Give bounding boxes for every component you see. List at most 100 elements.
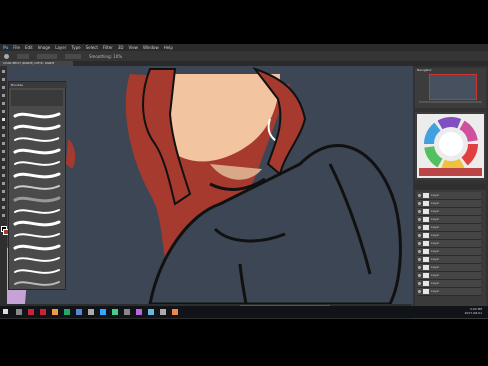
brush-size-controls[interactable] xyxy=(11,90,63,106)
color-wheel[interactable] xyxy=(417,114,484,178)
brush-preset-picker[interactable] xyxy=(17,53,29,59)
layer-row[interactable]: Layer xyxy=(417,240,481,248)
app-icon[interactable] xyxy=(172,309,178,315)
healing-tool-icon[interactable] xyxy=(2,110,5,113)
type-tool-icon[interactable] xyxy=(2,182,5,185)
app-icon[interactable] xyxy=(28,309,34,315)
visibility-eye-icon[interactable] xyxy=(418,242,421,245)
layer-thumbnail xyxy=(423,193,429,198)
move-tool-icon[interactable] xyxy=(2,70,5,73)
hand-tool-icon[interactable] xyxy=(2,206,5,209)
visibility-eye-icon[interactable] xyxy=(418,266,421,269)
zoom-slider[interactable] xyxy=(419,101,482,103)
visibility-eye-icon[interactable] xyxy=(418,202,421,205)
layer-thumbnail xyxy=(423,249,429,254)
layer-row[interactable]: Layer xyxy=(417,264,481,272)
menu-item-file[interactable]: File xyxy=(13,45,20,50)
visibility-eye-icon[interactable] xyxy=(418,218,421,221)
layer-thumbnail xyxy=(423,233,429,238)
menu-item-window[interactable]: Window xyxy=(143,45,159,50)
app-icon[interactable] xyxy=(40,309,46,315)
layer-row[interactable]: Layer xyxy=(417,224,481,232)
layer-row[interactable]: Layer xyxy=(417,200,481,208)
shape-tool-icon[interactable] xyxy=(2,198,5,201)
app-icon[interactable] xyxy=(112,309,118,315)
photoshop-window: Ps File Edit Image Layer Type Select Fil… xyxy=(0,44,488,319)
zoom-tool-icon[interactable] xyxy=(2,214,5,217)
menu-item-image[interactable]: Image xyxy=(38,45,51,50)
layer-row[interactable]: Layer xyxy=(417,248,481,256)
marquee-tool-icon[interactable] xyxy=(2,78,5,81)
mode-dropdown[interactable] xyxy=(37,53,57,59)
layer-row[interactable]: Layer xyxy=(417,256,481,264)
app-icon[interactable] xyxy=(124,309,130,315)
pen-tool-icon[interactable] xyxy=(2,174,5,177)
layer-thumbnail xyxy=(423,257,429,262)
layer-row[interactable]: Layer xyxy=(417,192,481,200)
eraser-tool-icon[interactable] xyxy=(2,142,5,145)
layers-panel-tabs[interactable] xyxy=(415,184,486,190)
photoshop-taskbar-icon[interactable] xyxy=(100,309,106,315)
history-brush-icon[interactable] xyxy=(2,134,5,137)
brushes-panel-title: Brushes xyxy=(9,82,67,88)
layer-row[interactable]: Layer xyxy=(417,232,481,240)
visibility-eye-icon[interactable] xyxy=(418,210,421,213)
app-icon[interactable] xyxy=(76,309,82,315)
visibility-eye-icon[interactable] xyxy=(418,290,421,293)
layer-row[interactable]: Layer xyxy=(417,288,481,296)
layer-row[interactable]: Layer xyxy=(417,272,481,280)
layer-row[interactable]: Layer xyxy=(417,216,481,224)
brush-tool-icon[interactable] xyxy=(4,53,9,59)
color-panel xyxy=(415,112,486,180)
layer-thumbnail xyxy=(423,265,429,270)
app-logo-icon[interactable]: Ps xyxy=(3,45,8,50)
visibility-eye-icon[interactable] xyxy=(418,258,421,261)
path-select-icon[interactable] xyxy=(2,190,5,193)
app-icon[interactable] xyxy=(160,309,166,315)
gradient-tool-icon[interactable] xyxy=(2,150,5,153)
stamp-tool-icon[interactable] xyxy=(2,126,5,129)
system-clock[interactable]: 3:04 PM 2017-08-01 xyxy=(465,307,482,315)
menu-item-layer[interactable]: Layer xyxy=(55,45,66,50)
eyedropper-tool-icon[interactable] xyxy=(2,102,5,105)
dodge-tool-icon[interactable] xyxy=(2,166,5,169)
windows-taskbar: 3:04 PM 2017-08-01 xyxy=(0,306,488,318)
navigator-panel: Navigator xyxy=(415,68,486,108)
layer-thumbnail xyxy=(423,281,429,286)
menu-item-help[interactable]: Help xyxy=(164,45,173,50)
menu-item-type[interactable]: Type xyxy=(71,45,80,50)
smoothing-field[interactable]: Smoothing: 10% xyxy=(89,54,122,59)
menu-item-3d[interactable]: 3D xyxy=(118,45,124,50)
blur-tool-icon[interactable] xyxy=(2,158,5,161)
menu-item-select[interactable]: Select xyxy=(86,45,98,50)
document-tab[interactable]: CHAR BECH (RGB/8) CMYK, RGB/8 xyxy=(0,61,73,66)
navigator-thumbnail[interactable] xyxy=(429,74,477,100)
layer-thumbnail xyxy=(423,273,429,278)
brushes-panel: Brushes xyxy=(8,81,67,290)
visibility-eye-icon[interactable] xyxy=(418,282,421,285)
app-icon[interactable] xyxy=(136,309,142,315)
brush-preset-list[interactable] xyxy=(11,108,63,288)
menu-item-edit[interactable]: Edit xyxy=(25,45,33,50)
app-icon[interactable] xyxy=(64,309,70,315)
layer-row[interactable]: Layer xyxy=(417,280,481,288)
start-icon[interactable] xyxy=(3,309,8,314)
crop-tool-icon[interactable] xyxy=(2,94,5,97)
menu-item-view[interactable]: View xyxy=(128,45,138,50)
layer-row[interactable]: Layer xyxy=(417,208,481,216)
visibility-eye-icon[interactable] xyxy=(418,226,421,229)
lasso-tool-icon[interactable] xyxy=(2,86,5,89)
menu-item-filter[interactable]: Filter xyxy=(103,45,113,50)
app-icon[interactable] xyxy=(88,309,94,315)
visibility-eye-icon[interactable] xyxy=(418,194,421,197)
search-icon[interactable] xyxy=(16,309,22,315)
visibility-eye-icon[interactable] xyxy=(418,234,421,237)
opacity-field[interactable] xyxy=(65,53,81,59)
app-icon[interactable] xyxy=(148,309,154,315)
visibility-eye-icon[interactable] xyxy=(418,274,421,277)
brush-tool-icon[interactable] xyxy=(2,118,5,121)
app-icon[interactable] xyxy=(52,309,58,315)
layer-thumbnail xyxy=(423,241,429,246)
visibility-eye-icon[interactable] xyxy=(418,250,421,253)
layer-thumbnail xyxy=(423,209,429,214)
